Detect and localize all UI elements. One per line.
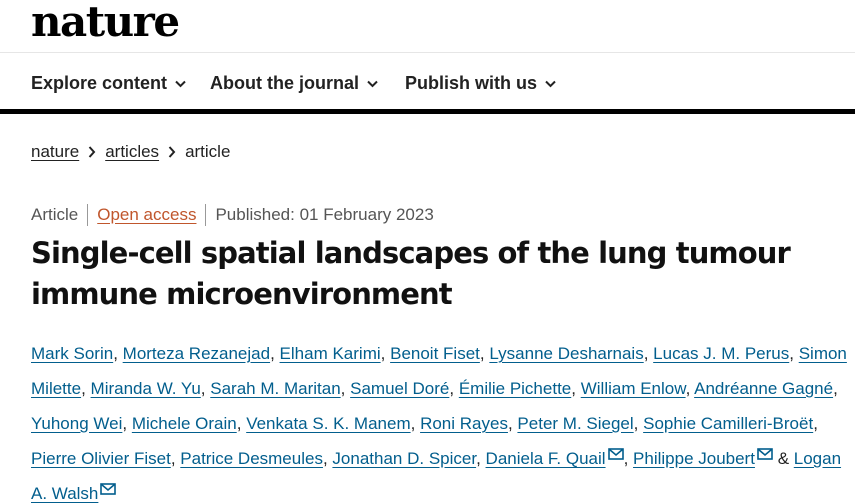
author-separator: ,: [633, 414, 639, 433]
author-link[interactable]: William Enlow: [581, 379, 686, 398]
author-link[interactable]: Sarah M. Maritan: [210, 379, 340, 398]
site-header: nature Explore content About the journal…: [0, 0, 855, 114]
nav-label: Publish with us: [405, 73, 538, 93]
meta-divider: [87, 204, 89, 226]
nav-about-the-journal[interactable]: About the journal: [210, 73, 378, 94]
author-separator: ,: [685, 379, 691, 398]
author-link[interactable]: Mark Sorin: [31, 344, 113, 363]
author-separator: ,: [571, 379, 576, 398]
author-separator: ,: [340, 379, 346, 398]
open-access-link[interactable]: Open access: [97, 205, 196, 225]
author-link[interactable]: Yuhong Wei: [31, 414, 122, 433]
author-link[interactable]: Morteza Rezanejad: [123, 344, 270, 363]
author-separator: ,: [476, 449, 481, 468]
author-link[interactable]: Sophie Camilleri-Broët: [643, 414, 813, 433]
author-separator: ,: [833, 379, 838, 398]
author-separator: ,: [789, 344, 794, 363]
logo-bar: nature: [0, 0, 855, 53]
author-link[interactable]: Elham Karimi: [280, 344, 381, 363]
published-date: Published: 01 February 2023: [215, 205, 434, 224]
site-logo[interactable]: nature: [31, 0, 180, 47]
nav-explore-content[interactable]: Explore content: [31, 73, 186, 94]
author-link[interactable]: Peter M. Siegel: [517, 414, 633, 433]
chevron-down-icon: [545, 80, 556, 87]
author-separator: ,: [623, 449, 629, 468]
mail-icon[interactable]: [757, 448, 773, 460]
author-separator: ,: [507, 414, 513, 433]
author-link[interactable]: Lysanne Desharnais: [489, 344, 643, 363]
author-link[interactable]: Roni Rayes: [420, 414, 508, 433]
chevron-right-icon: [168, 146, 176, 158]
author-link[interactable]: Michele Orain: [132, 414, 237, 433]
nav-label: Explore content: [31, 73, 168, 93]
author-link[interactable]: Lucas J. M. Perus: [653, 344, 789, 363]
author-link[interactable]: Pierre Olivier Fiset: [31, 449, 171, 468]
author-separator: ,: [449, 379, 455, 398]
author-separator: ,: [122, 414, 128, 433]
author-link[interactable]: Andréanne Gagné: [694, 379, 833, 398]
author-link[interactable]: Miranda W. Yu: [91, 379, 201, 398]
author-link[interactable]: Émilie Pichette: [459, 379, 571, 398]
nav-publish-with-us[interactable]: Publish with us: [405, 73, 556, 94]
author-link[interactable]: Daniela F. Quail: [486, 449, 606, 468]
author-link[interactable]: Venkata S. K. Manem: [246, 414, 410, 433]
main-nav: Explore content About the journal Publis…: [0, 53, 855, 114]
article-title: Single-cell spatial landscapes of the lu…: [31, 236, 791, 311]
article-type: Article: [31, 205, 79, 224]
author-separator: ,: [410, 414, 416, 433]
breadcrumb-link-articles[interactable]: articles: [105, 142, 159, 162]
chevron-right-icon: [88, 146, 96, 158]
author-separator: ,: [200, 379, 206, 398]
mail-icon[interactable]: [607, 448, 624, 460]
chevron-down-icon: [367, 80, 378, 87]
chevron-down-icon: [175, 80, 186, 87]
breadcrumb-link-nature[interactable]: nature: [31, 142, 79, 162]
article-meta: Article Open access Published: 01 Februa…: [31, 204, 434, 226]
author-separator: ,: [813, 414, 818, 433]
author-separator: ,: [322, 449, 328, 468]
author-link[interactable]: Philippe Joubert: [633, 449, 755, 468]
author-separator: ,: [270, 344, 275, 363]
breadcrumb: nature articles article: [31, 142, 230, 162]
mail-icon[interactable]: [100, 483, 117, 495]
author-link[interactable]: Benoit Fiset: [390, 344, 480, 363]
author-link[interactable]: Samuel Doré: [350, 379, 449, 398]
author-link[interactable]: Patrice Desmeules: [180, 449, 323, 468]
author-separator: ,: [113, 344, 118, 363]
author-list: Mark Sorin, Morteza Rezanejad, Elham Kar…: [31, 336, 855, 504]
author-separator: ,: [170, 449, 176, 468]
author-separator: ,: [479, 344, 485, 363]
author-conjunction: &: [777, 449, 790, 468]
nav-label: About the journal: [210, 73, 359, 93]
author-separator: ,: [380, 344, 386, 363]
meta-divider: [205, 204, 207, 226]
author-link[interactable]: Jonathan D. Spicer: [332, 449, 476, 468]
breadcrumb-current: article: [185, 142, 231, 161]
author-separator: ,: [643, 344, 649, 363]
author-separator: ,: [81, 379, 86, 398]
author-separator: ,: [236, 414, 242, 433]
